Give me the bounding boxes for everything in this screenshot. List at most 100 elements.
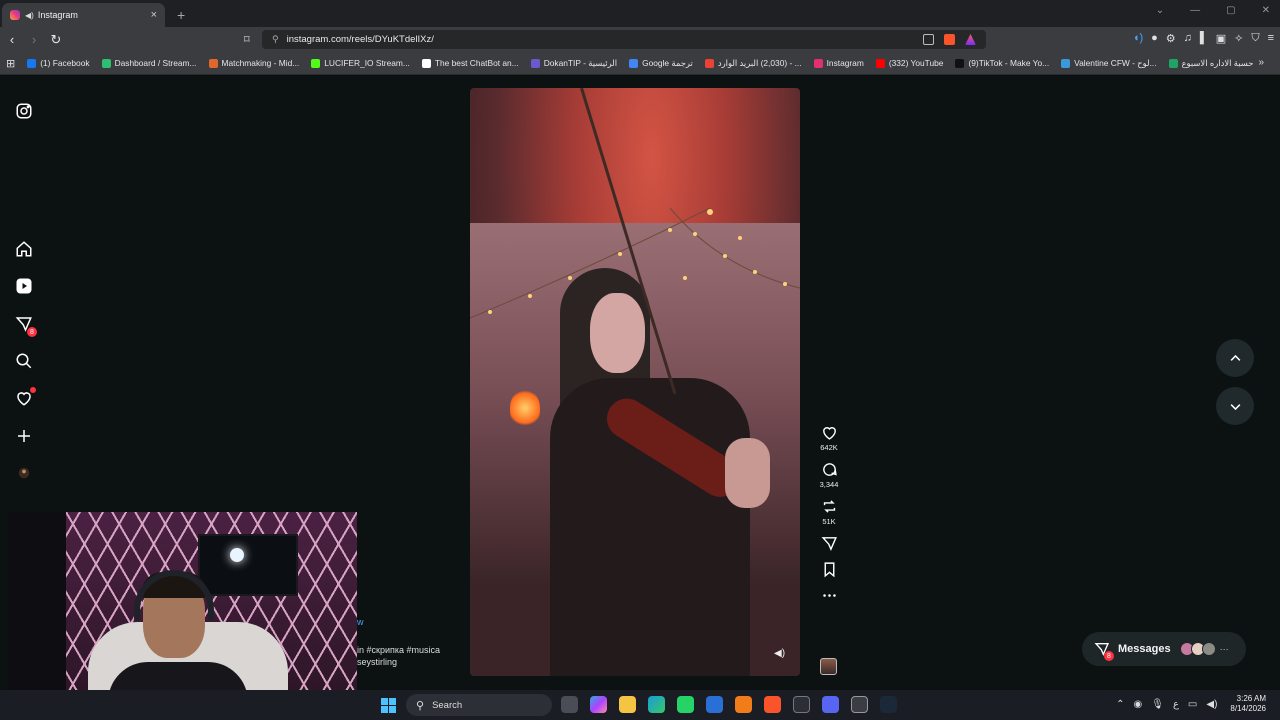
task-view-icon[interactable] — [561, 696, 578, 713]
brave-icon[interactable] — [764, 696, 781, 713]
share-button[interactable] — [812, 535, 846, 552]
sidebar-icon[interactable]: ▌ — [1200, 32, 1208, 45]
create-plus-icon[interactable] — [14, 426, 34, 446]
bookmark-item[interactable]: DokanTIP - الرئيسية — [530, 58, 617, 68]
chevron-up-icon — [1230, 354, 1240, 361]
bookmark-item[interactable]: (1) Facebook — [27, 58, 90, 68]
repost-button[interactable]: 51K — [812, 498, 846, 526]
reposts-count: 51K — [822, 517, 836, 526]
bookmark-favicon-icon — [421, 58, 431, 68]
vpn-extension-icon[interactable]: ● — [1151, 32, 1158, 45]
bookmark-label: Instagram — [826, 58, 864, 68]
caption-username[interactable]: seystirling — [357, 656, 440, 668]
tray-overflow-icon[interactable]: ⌃ — [1116, 699, 1124, 710]
comment-button[interactable]: 3,344 — [812, 461, 846, 489]
new-tab-button[interactable]: + — [177, 7, 185, 23]
leo-ai-icon[interactable]: ✧ — [1234, 32, 1243, 45]
app-icon[interactable] — [793, 696, 810, 713]
audio-playing-icon[interactable]: ◀) — [25, 11, 34, 20]
audio-mute-icon[interactable]: ◀) — [774, 648, 785, 659]
bookmark-item[interactable]: The best ChatBot an... — [421, 58, 519, 68]
notification-dot — [30, 387, 36, 393]
messages-drawer-button[interactable]: 8 Messages ··· — [1082, 632, 1246, 666]
network-icon[interactable]: ▭ — [1188, 699, 1197, 710]
like-button[interactable]: 642K — [812, 424, 846, 452]
more-options-button[interactable] — [812, 587, 846, 604]
microphone-icon[interactable]: 🎙 — [1151, 699, 1164, 710]
shield-icon[interactable]: ⛉ — [1251, 32, 1259, 45]
puzzle-extensions-icon[interactable]: ⚙ — [1166, 32, 1176, 45]
soundcloud-icon[interactable] — [735, 696, 752, 713]
reel-actions: 642K 3,344 51K — [812, 424, 846, 613]
menu-icon[interactable]: ≡ — [1268, 32, 1274, 45]
notifications-heart-icon[interactable] — [14, 387, 36, 408]
bookmark-page-icon[interactable]: ⌑ — [244, 33, 250, 46]
repost-icon — [823, 500, 835, 513]
bookmark-favicon-icon — [311, 58, 321, 68]
music-icon[interactable]: ♫ — [1184, 32, 1192, 45]
caption-fragment: w — [357, 617, 364, 627]
tab-close-icon[interactable]: × — [151, 9, 157, 21]
original-audio-thumbnail[interactable] — [820, 658, 837, 675]
forward-icon[interactable]: › — [24, 32, 44, 47]
bookmark-icon — [824, 562, 834, 578]
bookmark-item[interactable]: LUCIFER_IO Stream... — [311, 58, 410, 68]
language-indicator[interactable]: ع — [1173, 699, 1179, 710]
bookmark-item[interactable]: Valentine CFW - لوح... — [1061, 58, 1157, 68]
discord-icon[interactable] — [822, 696, 839, 713]
cast-icon[interactable] — [923, 34, 934, 45]
next-reel-button[interactable] — [1216, 387, 1254, 425]
brave-shields-icon[interactable] — [944, 34, 955, 45]
mail-icon[interactable] — [706, 696, 723, 713]
taskbar-search[interactable]: ⚲ Search — [406, 694, 552, 716]
speech-extension-icon[interactable]: ◖) — [1133, 32, 1143, 45]
copilot-icon[interactable] — [590, 696, 607, 713]
address-bar[interactable]: ⚲ instagram.com/reels/DYuKTdelIXz/ — [262, 30, 986, 49]
fireplace-glow — [510, 388, 540, 428]
bookmark-item[interactable]: Instagram — [813, 58, 864, 68]
bookmark-item[interactable]: (9)TikTok - Make Yo... — [955, 58, 1049, 68]
back-icon[interactable]: ‹ — [2, 32, 22, 47]
clock-date: 8/14/2026 — [1230, 704, 1266, 713]
tray-app-icon[interactable]: ◉ — [1134, 699, 1143, 710]
minimize-button[interactable]: — — [1190, 5, 1200, 16]
site-info-icon[interactable]: ⚲ — [272, 34, 279, 45]
obs-icon[interactable] — [851, 696, 868, 713]
bookmark-item[interactable]: حسبة الاداره الاسبوع — [1168, 58, 1253, 68]
comments-count: 3,344 — [819, 480, 839, 489]
bookmarks-overflow-icon[interactable]: » — [1258, 57, 1264, 68]
bookmark-item[interactable]: Dashboard / Stream... — [101, 58, 197, 68]
likes-count: 642K — [820, 443, 838, 452]
maximize-button[interactable]: ▢ — [1226, 5, 1235, 16]
instagram-logo-icon[interactable] — [14, 101, 34, 121]
whatsapp-icon[interactable] — [677, 696, 694, 713]
volume-icon[interactable]: ◀) — [1206, 699, 1217, 710]
previous-reel-button[interactable] — [1216, 339, 1254, 377]
taskbar-clock[interactable]: 3:26 AM 8/14/2026 — [1230, 694, 1266, 714]
bookmark-item[interactable]: (332) YouTube — [875, 58, 943, 68]
wallet-icon[interactable]: ▣ — [1216, 32, 1226, 45]
tab-instagram[interactable]: ◀) Instagram × — [2, 3, 165, 27]
reel-video[interactable]: ◀) — [470, 88, 800, 676]
brave-rewards-icon[interactable] — [965, 34, 976, 45]
bookmark-item[interactable]: Matchmaking - Mid... — [208, 58, 299, 68]
direct-messages-icon[interactable]: 8 — [14, 314, 37, 337]
edge-icon[interactable] — [648, 696, 665, 713]
bookmark-item[interactable]: Google ترجمة — [629, 58, 693, 68]
bookmark-item[interactable]: البريد الوارد ‎(2,030)‎ - ... — [704, 58, 802, 68]
violinist-hand — [725, 438, 770, 508]
profile-avatar-icon[interactable] — [14, 463, 34, 483]
file-explorer-icon[interactable] — [619, 696, 636, 713]
close-window-button[interactable]: ✕ — [1262, 5, 1270, 16]
reload-icon[interactable]: ↻ — [46, 32, 66, 48]
home-icon[interactable] — [14, 239, 34, 259]
url-text[interactable]: instagram.com/reels/DYuKTdelIXz/ — [287, 34, 923, 45]
caption-hashtags[interactable]: in #скрипка #musica — [357, 644, 440, 656]
save-button[interactable] — [812, 561, 846, 578]
tab-search-button[interactable]: ⌄ — [1156, 5, 1164, 16]
search-icon[interactable] — [14, 351, 34, 371]
windows-start-icon[interactable] — [381, 698, 396, 713]
reels-icon[interactable] — [14, 276, 34, 296]
apps-grid-icon[interactable]: ⊞ — [6, 57, 15, 70]
steam-icon[interactable] — [880, 696, 897, 713]
